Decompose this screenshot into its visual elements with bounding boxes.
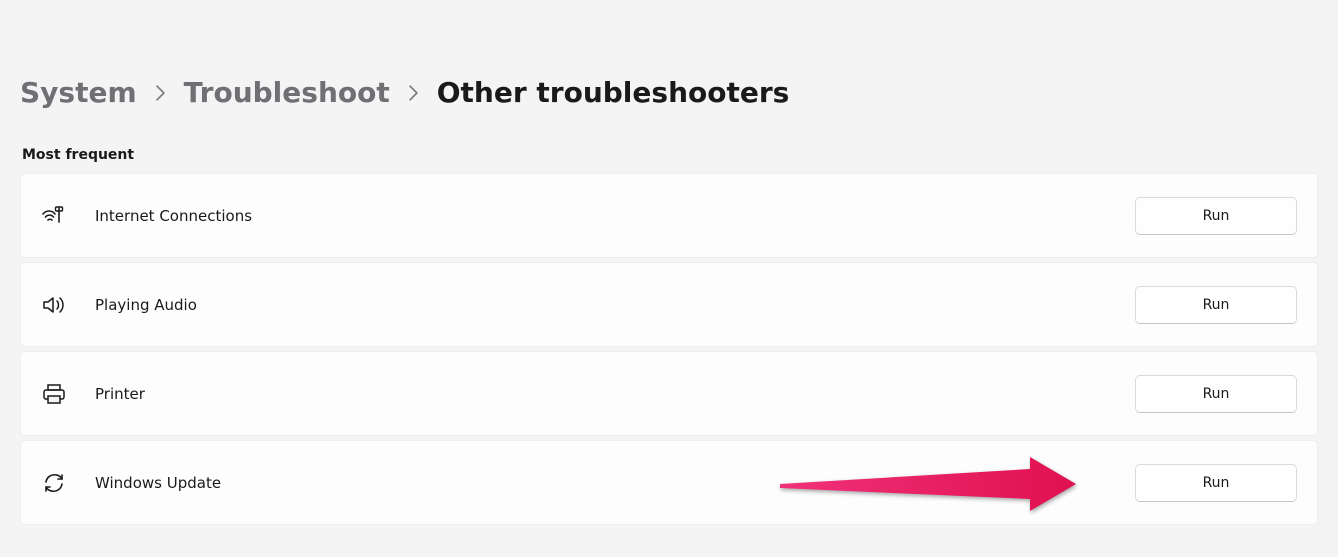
- run-button-windows-update[interactable]: Run: [1135, 464, 1297, 502]
- breadcrumb-system[interactable]: System: [20, 76, 137, 109]
- run-button-playing-audio[interactable]: Run: [1135, 286, 1297, 324]
- sync-icon: [41, 472, 67, 494]
- troubleshooter-label: Playing Audio: [95, 296, 1107, 314]
- troubleshooter-row-internet-connections: Internet Connections Run: [20, 173, 1318, 258]
- chevron-right-icon: [408, 85, 419, 101]
- troubleshooter-label: Printer: [95, 385, 1107, 403]
- troubleshooter-label: Internet Connections: [95, 207, 1107, 225]
- run-button-printer[interactable]: Run: [1135, 375, 1297, 413]
- printer-icon: [41, 383, 67, 405]
- troubleshooter-label: Windows Update: [95, 474, 1107, 492]
- speaker-icon: [41, 294, 67, 316]
- troubleshooter-row-playing-audio: Playing Audio Run: [20, 262, 1318, 347]
- run-button-internet-connections[interactable]: Run: [1135, 197, 1297, 235]
- troubleshooter-list: Internet Connections Run Playing Audio R…: [20, 173, 1318, 525]
- breadcrumb-troubleshoot[interactable]: Troubleshoot: [184, 76, 390, 109]
- troubleshooter-row-printer: Printer Run: [20, 351, 1318, 436]
- breadcrumb-current: Other troubleshooters: [437, 76, 790, 109]
- section-title-most-frequent: Most frequent: [20, 147, 1318, 163]
- troubleshooter-row-windows-update: Windows Update Run: [20, 440, 1318, 525]
- chevron-right-icon: [155, 85, 166, 101]
- wifi-icon: [41, 205, 67, 227]
- breadcrumb: System Troubleshoot Other troubleshooter…: [20, 76, 1318, 109]
